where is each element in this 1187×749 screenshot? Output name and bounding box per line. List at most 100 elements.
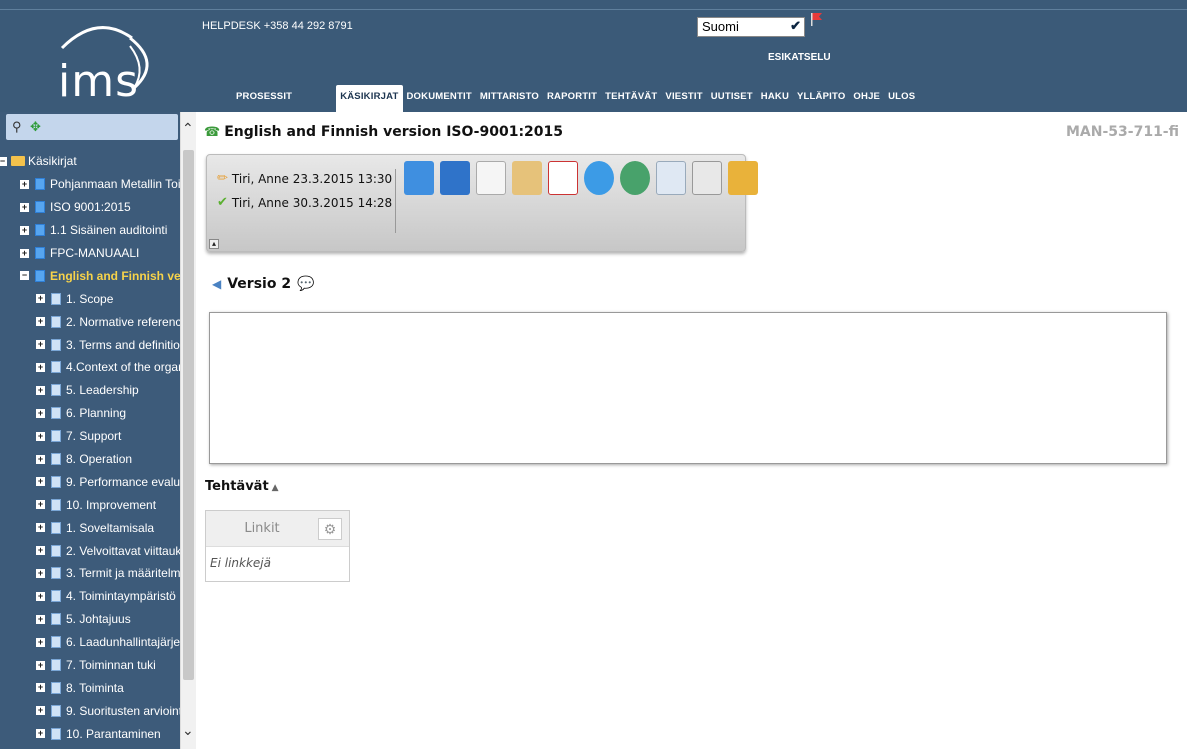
tree-item[interactable]: +7. Support [0,425,180,448]
expand-icon[interactable]: + [36,614,45,624]
globe-icon[interactable] [584,161,614,195]
tree-item[interactable]: +9. Performance evalua [0,470,180,493]
folder-icon [11,156,25,167]
expand-icon[interactable]: + [36,500,45,510]
tree-item[interactable]: +6. Planning [0,402,180,425]
nav-kasikirjat[interactable]: KÄSIKIRJAT [336,85,403,112]
flag-icon[interactable] [809,12,823,26]
comment-icon[interactable]: 💬 [297,276,314,292]
copy-icon[interactable] [440,161,470,195]
expand-icon[interactable]: + [36,683,45,693]
document-icon [51,704,61,717]
expand-icon[interactable]: + [36,660,45,670]
gear-icon[interactable]: ⚙ [318,518,342,540]
book-icon[interactable] [512,161,542,195]
tree-item[interactable]: + FPC-MANUAALI [0,242,180,265]
language-value: Suomi [702,19,739,34]
nav-dokumentit[interactable]: DOKUMENTIT [403,91,476,112]
link-document-icon[interactable] [692,161,722,195]
phone-icon: ☎ [204,124,221,139]
tree-item-label: 10. Parantaminen [66,726,161,741]
nav-haku[interactable]: HAKU [757,91,793,112]
nav-ohje[interactable]: OHJE [849,91,884,112]
tree-item[interactable]: +10. Improvement [0,493,180,516]
tree-item[interactable]: +7. Toiminnan tuki [0,654,180,677]
expand-icon[interactable]: + [36,294,45,304]
nav-yllapito[interactable]: YLLÄPITO [793,91,849,112]
nav-viestit[interactable]: VIESTIT [661,91,706,112]
tree-item[interactable]: +9. Suoritusten arviointi [0,699,180,722]
tree-item[interactable]: +3. Terms and definitior [0,333,180,356]
language-select[interactable]: Suomi ✔ [697,17,805,37]
tree-item[interactable]: +8. Toiminta [0,676,180,699]
document-toolbar: ✏ Tiri, Anne 23.3.2015 13:30 ✔ Tiri, Ann… [206,154,758,252]
pdf-icon[interactable] [548,161,578,195]
expand-icon[interactable]: + [20,202,29,212]
tree-item[interactable]: − English and Finnish ver [0,264,180,287]
expand-icon[interactable]: + [20,179,29,189]
expand-icon[interactable]: + [36,729,45,739]
nav-uutiset[interactable]: UUTISET [707,91,757,112]
tree-item[interactable]: +3. Termit ja määritelmä [0,562,180,585]
expand-icon[interactable]: + [36,408,45,418]
lock-document-icon[interactable] [656,161,686,195]
tree-item[interactable]: +1. Scope [0,287,180,310]
nav-raportit[interactable]: RAPORTIT [543,91,601,112]
scroll-down-icon[interactable]: ⌄ [182,722,194,739]
tree-item[interactable]: +6. Laadunhallintajärjes [0,631,180,654]
tree-item[interactable]: +1. Soveltamisala [0,516,180,539]
expand-icon[interactable]: + [36,546,45,556]
tree-item[interactable]: +5. Leadership [0,379,180,402]
preview-link[interactable]: ESIKATSELU [768,52,831,63]
version-arrow-icon[interactable]: ◀ [212,277,221,291]
tasks-heading[interactable]: Tehtävät ▲ [205,479,279,494]
document-content-area[interactable] [209,312,1167,464]
expand-icon[interactable]: + [36,523,45,533]
expand-icon[interactable]: + [36,385,45,395]
nav-mittaristo[interactable]: MITTARISTO [476,91,543,112]
tree-root[interactable]: − Käsikirjat [0,150,180,173]
globe-remove-icon[interactable] [620,161,650,195]
sidebar-scroll-thumb[interactable] [183,150,194,680]
key-icon[interactable] [728,161,758,195]
collapse-icon[interactable]: − [20,271,29,281]
tree-item[interactable]: + ISO 9001:2015 [0,196,180,219]
expand-icon[interactable]: + [36,362,45,372]
tree-item[interactable]: +4. Toimintaympäristö [0,585,180,608]
nav-prosessit[interactable]: PROSESSIT [232,91,296,112]
tree-item[interactable]: +8. Operation [0,448,180,471]
expand-icon[interactable]: + [36,454,45,464]
expand-icon[interactable]: + [36,431,45,441]
expand-icon[interactable]: + [20,225,29,235]
expand-icon[interactable]: + [36,477,45,487]
expand-icon[interactable]: + [36,568,45,578]
nav-tehtavat[interactable]: TEHTÄVÄT [601,91,661,112]
expand-icon[interactable]: + [20,248,29,258]
scroll-up-icon[interactable]: ⌃ [182,120,194,137]
tree-item[interactable]: +1.1 Sisäinen auditointi [0,219,180,242]
tree-item[interactable]: + Pohjanmaan Metallin Toi [0,173,180,196]
binoculars-icon[interactable]: ⚲ [12,119,22,135]
expand-icon[interactable]: + [36,706,45,716]
collapse-toolbar-icon[interactable]: ▴ [209,239,219,249]
expand-icon[interactable]: + [36,340,45,350]
ims-logo[interactable]: ims [22,18,172,106]
collapse-tasks-icon[interactable]: ▲ [272,483,279,493]
collapse-icon[interactable]: − [0,156,7,166]
tree-item-label: 1. Soveltamisala [66,520,155,535]
expand-icon[interactable]: + [36,317,45,327]
edit-icon[interactable] [404,161,434,195]
tree-item[interactable]: +4.Context of the organ [0,356,180,379]
expand-icon[interactable]: + [36,637,45,647]
expand-icon[interactable]: + [36,591,45,601]
move-arrows-icon[interactable]: ✥ [30,119,41,135]
tree-item[interactable]: +5. Johtajuus [0,608,180,631]
tree-item-label: 9. Performance evalua [66,474,180,489]
new-document-icon[interactable] [476,161,506,195]
tree-item[interactable]: +10. Parantaminen [0,722,180,745]
nav-ulos[interactable]: ULOS [884,91,919,112]
tree-item[interactable]: +2. Velvoittavat viittauks [0,539,180,562]
tree-item-label: English and Finnish ver [50,268,180,283]
tree-item-label: Pohjanmaan Metallin Toi [50,177,180,192]
tree-item[interactable]: +2. Normative reference [0,310,180,333]
